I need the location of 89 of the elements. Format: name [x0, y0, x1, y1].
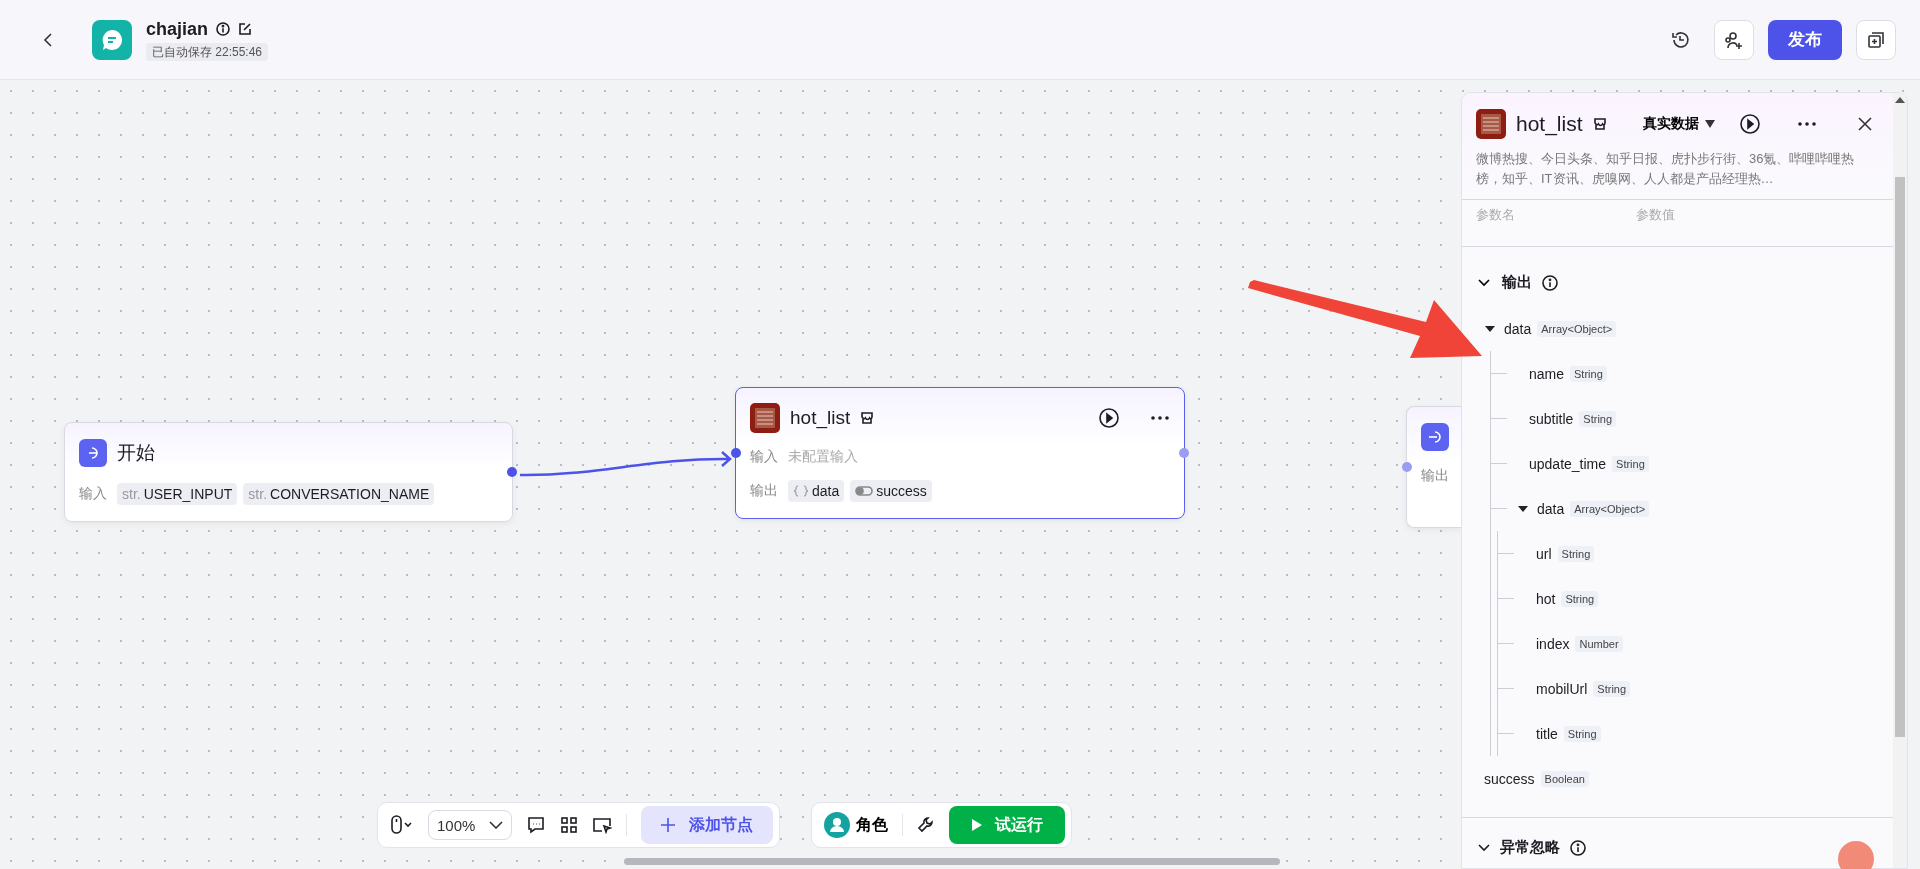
close-icon: [1858, 117, 1872, 131]
app-name: chajian: [146, 18, 209, 40]
triangle-icon[interactable]: [1484, 323, 1496, 334]
node-title: 开始: [117, 441, 155, 465]
play-icon: [1098, 407, 1120, 429]
chevron-icon: [489, 821, 504, 829]
type-tag: Number: [1575, 635, 1623, 652]
section-title: 异常忽略: [1500, 838, 1560, 857]
section-title: 输出: [1502, 273, 1532, 292]
grid-icon: [560, 816, 579, 834]
panel-title: hot_list: [1516, 112, 1583, 136]
caret-icon: [1705, 120, 1715, 128]
scrollbar-thumb[interactable]: [1895, 177, 1905, 737]
duplicate-button[interactable]: [1856, 19, 1896, 60]
info-icon: [1542, 274, 1558, 291]
add-node-button[interactable]: 添加节点: [641, 806, 774, 844]
output-port[interactable]: [507, 467, 517, 477]
variable-tag: str. USER_INPUT: [117, 483, 238, 505]
wrench-icon: [917, 816, 935, 834]
node-title: hot_list: [790, 407, 851, 429]
type-tag: String: [1563, 725, 1601, 742]
input-port[interactable]: [731, 448, 741, 458]
store-icon: [860, 411, 875, 425]
user-avatar-icon: [824, 812, 850, 838]
column-header: 参数值: [1636, 206, 1676, 224]
type-tag: String: [1579, 410, 1617, 427]
type-tag: Array<Object>: [1570, 500, 1650, 517]
zoom-dropdown[interactable]: 100%: [428, 810, 513, 840]
toggle-icon: [855, 486, 874, 496]
mouse-icon: [390, 815, 414, 835]
braces-icon: [793, 485, 809, 497]
field-name: url: [1536, 545, 1552, 562]
field-name: subtitle: [1529, 410, 1574, 427]
chevron-icon: [1478, 843, 1490, 852]
app-logo-icon: [92, 19, 132, 60]
row-label: 输出: [1421, 467, 1449, 485]
field-name: index: [1536, 635, 1570, 652]
exit-icon: [1426, 428, 1444, 446]
autosave-status: 已自动保存 22:55:46: [146, 42, 269, 61]
variable-tag: data: [788, 480, 845, 502]
type-tag: String: [1561, 590, 1599, 607]
field-name: data: [1537, 500, 1565, 517]
more-icon: [1150, 415, 1170, 421]
variable-tag: success: [850, 480, 932, 502]
variable-tag: str. CONVERSATION_NAME: [243, 483, 435, 505]
field-name: data: [1504, 320, 1532, 337]
column-header: 参数名: [1476, 206, 1516, 224]
edit-icon: [238, 22, 253, 36]
plugin-logo-icon: [750, 403, 780, 433]
play-icon: [971, 818, 983, 832]
more-icon: [1797, 121, 1817, 127]
collaborators-button[interactable]: [1714, 19, 1754, 60]
type-tag: Boolean: [1540, 770, 1589, 787]
row-label: 输入: [750, 448, 778, 466]
horizontal-scrollbar[interactable]: [624, 858, 1280, 865]
field-name: success: [1484, 770, 1535, 787]
data-mode-dropdown[interactable]: 真实数据: [1643, 115, 1715, 133]
back-icon: [42, 31, 54, 48]
field-name: hot: [1536, 590, 1556, 607]
plugin-description: 微博热搜、今日头条、知乎日报、虎扑步行街、36氪、哔哩哔哩热榜，知乎、IT资讯、虎嗅网、人人都是产品经理热…: [1476, 150, 1856, 188]
history-icon: [1670, 29, 1690, 50]
play-icon: [1739, 113, 1761, 135]
role-button[interactable]: 角色: [824, 812, 888, 838]
type-tag: Array<Object>: [1537, 320, 1617, 337]
scroll-up-icon: [1895, 97, 1905, 103]
row-value: 未配置输入: [788, 448, 858, 466]
field-name: mobilUrl: [1536, 680, 1588, 697]
type-tag: String: [1612, 455, 1649, 472]
screen-pointer-icon: [592, 816, 613, 834]
field-name: update_time: [1529, 455, 1607, 472]
row-label: 输出: [750, 482, 778, 500]
triangle-icon[interactable]: [1517, 503, 1529, 514]
add-user-icon: [1723, 29, 1745, 50]
type-tag: String: [1593, 680, 1631, 697]
chevron-icon[interactable]: [1478, 278, 1490, 287]
type-tag: String: [1557, 545, 1595, 562]
input-port[interactable]: [1402, 462, 1412, 472]
plus-icon: [661, 818, 676, 832]
row-label: 输入: [79, 485, 107, 503]
type-tag: String: [1570, 365, 1607, 382]
plugin-logo-icon: [1476, 109, 1506, 139]
info-icon: [1570, 839, 1586, 856]
store-icon: [1592, 117, 1607, 131]
publish-button[interactable]: 发布: [1768, 19, 1842, 60]
comment-icon: [526, 815, 547, 835]
copy-plus-icon: [1866, 29, 1886, 50]
field-name: name: [1529, 365, 1565, 382]
field-name: title: [1536, 725, 1558, 742]
info-icon: [216, 22, 231, 36]
